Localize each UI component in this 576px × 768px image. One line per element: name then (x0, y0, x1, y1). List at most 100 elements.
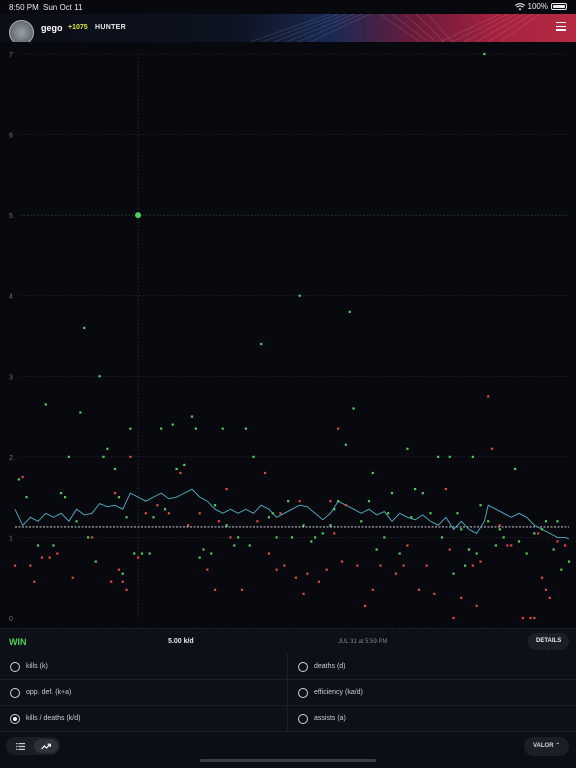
option-efficiency[interactable]: efficiency (ka/d) (288, 680, 576, 706)
win-point (429, 512, 432, 515)
win-point (190, 415, 194, 418)
win-point (498, 528, 501, 531)
win-point (98, 375, 101, 378)
loss-point (363, 604, 367, 608)
loss-point (379, 564, 382, 567)
loss-point (325, 568, 328, 571)
loss-point (340, 560, 344, 563)
win-point (210, 552, 213, 555)
loss-point (498, 524, 501, 527)
win-point (390, 492, 394, 495)
win-point (221, 427, 224, 430)
option-deaths[interactable]: deaths (d) (288, 654, 576, 680)
win-point (106, 447, 109, 450)
win-point (371, 471, 374, 475)
avatar[interactable] (9, 20, 34, 42)
win-point (290, 536, 294, 539)
option-kills-deaths[interactable]: kills / deaths (k/d) (0, 706, 288, 732)
radio-button[interactable] (10, 688, 20, 698)
hamburger-menu-icon[interactable] (556, 22, 566, 31)
loss-point (187, 524, 190, 527)
loss-point (263, 471, 267, 475)
loss-point (452, 616, 455, 620)
win-point (298, 294, 301, 297)
win-point (129, 427, 132, 430)
loss-point (217, 520, 221, 523)
loss-point (425, 564, 428, 567)
win-point (117, 496, 120, 499)
win-point (198, 556, 201, 559)
bottom-bar: VALOR ⌃ (0, 732, 576, 768)
win-point (237, 536, 240, 539)
win-point (313, 536, 317, 539)
win-point (367, 500, 371, 503)
win-point (467, 548, 471, 551)
win-point (252, 455, 255, 458)
loss-point (302, 592, 305, 595)
rank-title: HUNTER (95, 24, 126, 31)
wifi-icon (514, 2, 525, 10)
option-label: kills / deaths (k/d) (26, 715, 81, 722)
list-view-button[interactable] (8, 739, 32, 753)
loss-point (475, 604, 478, 608)
win-point (163, 508, 167, 511)
kd-chart[interactable]: 0 1 2 3 4 5 6 7 (0, 42, 576, 628)
win-point (460, 528, 463, 531)
win-point (544, 520, 548, 523)
win-point (60, 492, 63, 495)
win-point (140, 552, 144, 555)
win-point (479, 504, 482, 507)
loss-point (40, 556, 44, 559)
loss-point (156, 504, 159, 507)
loss-point (306, 572, 309, 575)
status-date: Sun Oct 11 (43, 3, 83, 12)
win-point (525, 552, 528, 555)
win-point (302, 524, 305, 527)
win-point (233, 544, 236, 547)
loss-point (298, 500, 301, 503)
radio-button[interactable] (298, 662, 308, 672)
radio-button[interactable] (298, 714, 308, 724)
loss-point (225, 487, 228, 491)
option-kills[interactable]: kills (k) (0, 654, 288, 680)
loss-point (448, 548, 451, 551)
game-selector-button[interactable]: VALOR ⌃ (524, 737, 570, 756)
view-toggle (6, 737, 60, 755)
win-point (321, 532, 324, 535)
radio-button[interactable] (10, 662, 20, 672)
win-point (398, 552, 401, 555)
loss-point (521, 616, 524, 620)
win-point (483, 52, 486, 56)
win-point (271, 512, 274, 515)
y-tick-label: 5 (9, 213, 13, 220)
radio-button-selected[interactable] (10, 714, 20, 724)
win-point (406, 447, 409, 450)
win-point (421, 492, 424, 495)
chart-view-button[interactable] (34, 739, 58, 753)
win-point (244, 427, 247, 430)
win-point (533, 532, 536, 535)
y-tick-label: 0 (9, 616, 13, 623)
selected-point (135, 212, 142, 219)
chevron-up-icon: ⌃ (555, 743, 561, 749)
loss-point (487, 395, 490, 398)
win-point (514, 467, 517, 471)
win-point (102, 455, 105, 458)
loss-point (279, 512, 282, 515)
details-button[interactable]: DETAILS (528, 633, 570, 650)
loss-point (317, 580, 321, 583)
loss-point (337, 427, 340, 430)
option-opp-def[interactable]: opp. def. (k+a) (0, 680, 288, 706)
loss-point (529, 616, 532, 620)
radio-button[interactable] (298, 688, 308, 698)
option-assists[interactable]: assists (a) (288, 706, 576, 732)
win-point (360, 520, 363, 523)
loss-point (13, 564, 17, 567)
win-point (352, 407, 355, 410)
loss-point (283, 564, 286, 567)
win-point (63, 496, 67, 499)
list-icon (15, 742, 25, 750)
status-bar: 8:50 PM Sun Oct 11 100% (0, 0, 576, 14)
win-point (79, 411, 82, 414)
loss-point (29, 564, 32, 567)
